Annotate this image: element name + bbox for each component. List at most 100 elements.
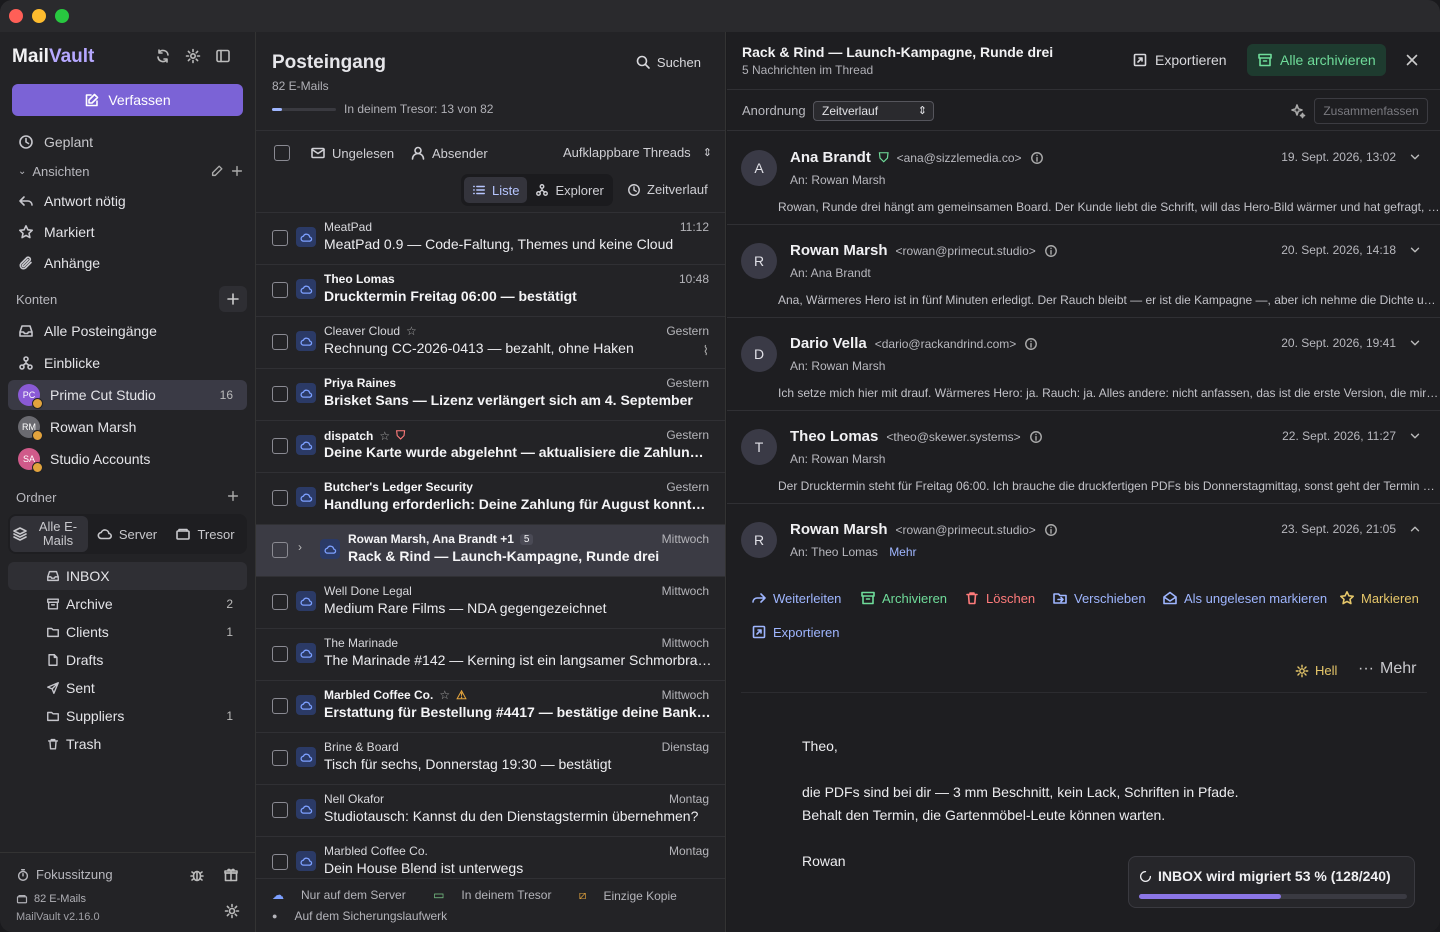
message-checkbox[interactable] (272, 282, 288, 298)
gift-icon[interactable] (223, 867, 239, 883)
info-icon[interactable] (1044, 244, 1058, 258)
close-window-button[interactable] (9, 9, 23, 23)
filter-sender[interactable]: Absender (410, 145, 488, 161)
view-item-flagged[interactable]: Markiert (8, 218, 247, 246)
view-explorer-tab[interactable]: Explorer (527, 177, 611, 203)
message-row[interactable]: Priya Raines Brisket Sans — Lizenz verlän… (256, 368, 725, 420)
thread-message[interactable]: D Dario Vella <dario@rackandrind.com> An: R… (727, 318, 1440, 411)
message-checkbox[interactable] (272, 594, 288, 610)
message-checkbox[interactable] (272, 230, 288, 246)
summarize-button[interactable]: Zusammenfassen (1314, 98, 1428, 124)
message-row[interactable]: Nell Okafor Studiotausch: Kannst du den D… (256, 784, 725, 836)
move-button[interactable]: Verschieben (1052, 590, 1146, 606)
filter-unread[interactable]: Ungelesen (310, 145, 394, 161)
archive-all-button[interactable]: Alle archivieren (1247, 44, 1386, 76)
message-row[interactable]: Theo Lomas Drucktermin Freitag 06:00 — be… (256, 264, 725, 316)
account-item-rowan-marsh[interactable]: RM Rowan Marsh (8, 413, 247, 441)
thread-message[interactable]: T Theo Lomas <theo@skewer.systems> An: Rowa… (727, 411, 1440, 504)
account-item-prime-cut[interactable]: PC Prime Cut Studio 16 (8, 380, 247, 410)
folder-drafts[interactable]: Drafts (8, 646, 247, 674)
message-checkbox[interactable] (272, 854, 288, 870)
chevron-down-icon[interactable] (1408, 429, 1422, 443)
sparkle-icon[interactable] (1290, 103, 1306, 119)
add-account-button[interactable] (219, 286, 247, 312)
message-checkbox[interactable] (272, 490, 288, 506)
thread-message[interactable]: R Rowan Marsh <rowan@primecut.studio> An: A… (727, 225, 1440, 318)
zoom-window-button[interactable] (55, 9, 69, 23)
info-icon[interactable] (1030, 151, 1044, 165)
archive-button[interactable]: Archivieren (860, 590, 947, 606)
more-recipients-link[interactable]: Mehr (889, 545, 916, 559)
folder-trash[interactable]: Trash (8, 730, 247, 758)
message-row[interactable]: Marbled Coffee Co. Dein House Blend ist u… (256, 836, 725, 888)
settings-gear-icon[interactable] (185, 48, 201, 64)
forward-button[interactable]: Weiterleiten (751, 590, 841, 606)
chevron-down-icon[interactable] (1408, 243, 1422, 257)
message-row[interactable]: Marbled Coffee Co. ☆ ⚠ Erstattung für Beste… (256, 680, 725, 732)
message-checkbox[interactable] (272, 646, 288, 662)
folder-archive[interactable]: Archive 2 (8, 590, 247, 618)
close-icon[interactable] (1404, 52, 1420, 68)
refresh-icon[interactable] (155, 48, 171, 64)
view-list-tab[interactable]: Liste (464, 177, 528, 203)
message-checkbox[interactable] (272, 542, 288, 558)
insights-item[interactable]: Einblicke (8, 349, 247, 377)
message-checkbox[interactable] (272, 802, 288, 818)
star-icon[interactable]: ☆ (379, 429, 390, 443)
all-inboxes-item[interactable]: Alle Posteingänge (8, 317, 247, 345)
message-row[interactable]: dispatch ☆ ⛉ Deine Karte wurde abgelehnt — … (256, 420, 725, 472)
add-view-icon[interactable] (230, 164, 244, 178)
info-icon[interactable] (1044, 523, 1058, 537)
message-checkbox[interactable] (272, 386, 288, 402)
minimize-window-button[interactable] (32, 9, 46, 23)
flag-button[interactable]: Markieren (1339, 590, 1419, 606)
export-button[interactable]: Exportieren (1122, 44, 1237, 76)
scheduled-item[interactable]: Geplant (8, 128, 247, 156)
folder-clients[interactable]: Clients 1 (8, 618, 247, 646)
account-item-studio-accounts[interactable]: SA Studio Accounts (8, 445, 247, 473)
folder-inbox[interactable]: INBOX (8, 562, 247, 590)
sidebar-toggle-icon[interactable] (215, 48, 231, 64)
sun-theme-icon[interactable] (224, 903, 240, 919)
chevron-down-icon[interactable] (1408, 336, 1422, 350)
thread-message[interactable]: A Ana Brandt ⛉ <ana@sizzlemedia.co> An: Rowa… (727, 132, 1440, 225)
folder-suppliers[interactable]: Suppliers 1 (8, 702, 247, 730)
message-checkbox[interactable] (272, 698, 288, 714)
scope-tresor[interactable]: Tresor (166, 516, 244, 552)
message-checkbox[interactable] (272, 750, 288, 766)
view-item-reply-needed[interactable]: Antwort nötig (8, 187, 247, 215)
add-folder-icon[interactable] (226, 489, 240, 503)
export-message-button[interactable]: Exportieren (751, 624, 839, 640)
scope-all-mails[interactable]: Alle E-Mails (10, 516, 88, 552)
scope-server[interactable]: Server (88, 516, 166, 552)
mark-unread-button[interactable]: Als ungelesen markieren (1162, 590, 1327, 606)
bug-icon[interactable] (189, 867, 205, 883)
message-checkbox[interactable] (272, 438, 288, 454)
view-timeline-tab[interactable]: Zeitverlauf (627, 182, 708, 197)
info-icon[interactable] (1024, 337, 1038, 351)
views-header[interactable]: ⌄ Ansichten (18, 164, 89, 179)
message-row[interactable]: Cleaver Cloud ☆ Rechnung CC-2026-0413 — be… (256, 316, 725, 368)
message-row[interactable]: The Marinade The Marinade #142 — Kerning … (256, 628, 725, 680)
info-icon[interactable] (1029, 430, 1043, 444)
message-row[interactable]: MeatPad MeatPad 0.9 — Code-Faltung, Theme… (256, 212, 725, 264)
delete-button[interactable]: Löschen (964, 590, 1035, 606)
select-all-checkbox[interactable] (274, 145, 290, 161)
chevron-down-icon[interactable] (1408, 150, 1422, 164)
message-row[interactable]: Brine & Board Tisch für sechs, Donnerstag… (256, 732, 725, 784)
more-options-button[interactable]: ··· Mehr (1358, 660, 1416, 678)
order-select[interactable]: Zeitverlauf ⇕ (813, 101, 934, 121)
folder-sent[interactable]: Sent (8, 674, 247, 702)
compose-button[interactable]: Verfassen (12, 84, 243, 116)
chevron-right-icon[interactable]: › (298, 540, 302, 554)
chevron-up-icon[interactable] (1408, 522, 1422, 536)
message-checkbox[interactable] (272, 334, 288, 350)
collapsible-threads-select[interactable]: Aufklappbare Threads ⇕ (563, 145, 712, 160)
message-row[interactable]: Well Done Legal Medium Rare Films — NDA g… (256, 576, 725, 628)
light-mode-toggle[interactable]: Hell (1295, 663, 1337, 678)
message-row[interactable]: › Rowan Marsh, Ana Brandt +1 5 Rack & Rind … (256, 524, 725, 576)
edit-pencil-icon[interactable] (210, 164, 224, 178)
search-button[interactable]: Suchen (635, 54, 701, 70)
focus-session-button[interactable]: Fokussitzung (16, 867, 113, 882)
star-icon[interactable]: ☆ (439, 688, 450, 702)
